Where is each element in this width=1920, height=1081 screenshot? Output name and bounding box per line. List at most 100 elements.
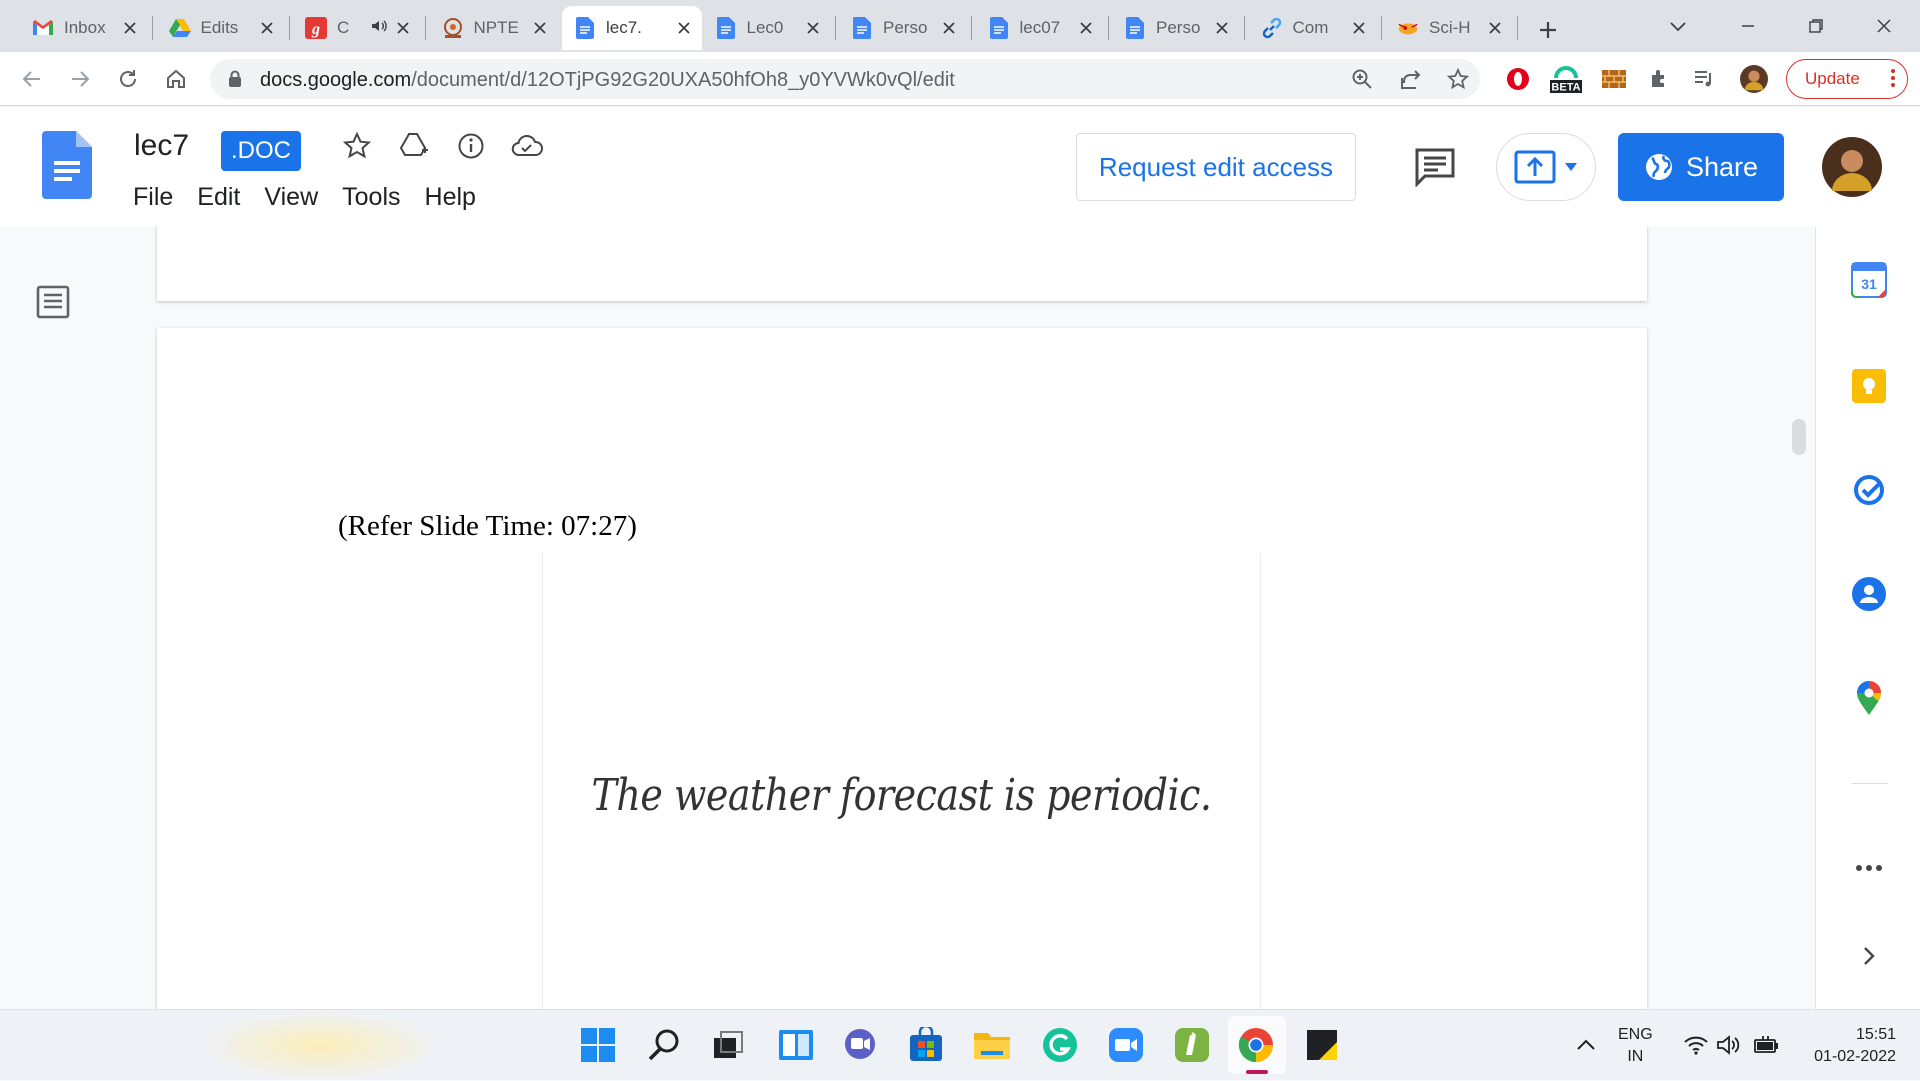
audio-playing-icon[interactable] bbox=[371, 18, 387, 38]
document-page[interactable]: (Refer Slide Time: 07:27) The weather fo… bbox=[157, 328, 1647, 1009]
home-button[interactable] bbox=[160, 63, 192, 95]
tab-title: Com bbox=[1292, 18, 1329, 37]
star-icon[interactable] bbox=[340, 129, 374, 163]
comments-icon[interactable] bbox=[1414, 147, 1456, 192]
browser-tab[interactable]: lec07 bbox=[976, 6, 1104, 50]
teams-chat-icon[interactable] bbox=[840, 1025, 880, 1065]
show-hidden-icons-chevron-icon[interactable] bbox=[1566, 1025, 1606, 1065]
language-indicator[interactable]: ENG IN bbox=[1618, 1024, 1653, 1068]
browser-tab[interactable]: NPTE bbox=[430, 6, 558, 50]
tab-title: C bbox=[337, 18, 350, 37]
browser-tab[interactable]: gC bbox=[293, 6, 421, 50]
language-code: ENG bbox=[1618, 1026, 1653, 1043]
browser-tab[interactable]: Com bbox=[1249, 6, 1377, 50]
brick-extension-icon[interactable] bbox=[1600, 65, 1628, 93]
forward-button[interactable] bbox=[64, 63, 96, 95]
google-maps-icon[interactable] bbox=[1850, 679, 1888, 717]
nptel-icon bbox=[442, 17, 464, 39]
close-tab-icon[interactable] bbox=[530, 18, 550, 38]
tab-search-button[interactable] bbox=[1660, 12, 1696, 42]
request-edit-access-button[interactable]: Request edit access bbox=[1076, 133, 1356, 201]
close-tab-icon[interactable] bbox=[803, 18, 823, 38]
share-page-icon[interactable] bbox=[1398, 67, 1422, 91]
browser-tab[interactable]: Sci-H bbox=[1385, 6, 1513, 50]
google-keep-icon[interactable] bbox=[1850, 367, 1888, 405]
side-panel: 31 bbox=[1815, 227, 1920, 1009]
search-icon[interactable] bbox=[644, 1025, 684, 1065]
menu-item-view[interactable]: View bbox=[264, 183, 318, 212]
notes-app-icon[interactable] bbox=[1172, 1025, 1212, 1065]
info-icon[interactable] bbox=[454, 129, 488, 163]
google-calendar-icon[interactable]: 31 bbox=[1850, 261, 1888, 299]
sticky-notes-icon[interactable] bbox=[1302, 1025, 1342, 1065]
menu-item-edit[interactable]: Edit bbox=[197, 183, 240, 212]
google-drive-icon bbox=[168, 17, 191, 39]
grammarly-app-icon[interactable] bbox=[1040, 1025, 1080, 1065]
more-horiz-icon[interactable] bbox=[1850, 849, 1888, 887]
docs-header: lec7 .DOC File Edit View Tools Help Request … bbox=[0, 107, 1920, 227]
document-title[interactable]: lec7 bbox=[134, 129, 189, 163]
microsoft-store-icon[interactable] bbox=[906, 1025, 946, 1065]
browser-tab[interactable]: Inbox bbox=[20, 6, 148, 50]
reload-button[interactable] bbox=[112, 63, 144, 95]
close-tab-icon[interactable] bbox=[1485, 18, 1505, 38]
media-control-icon[interactable] bbox=[1690, 65, 1718, 93]
tab-separator bbox=[1107, 16, 1109, 40]
chrome-icon[interactable] bbox=[1236, 1025, 1276, 1065]
zoom-icon[interactable] bbox=[1350, 67, 1374, 91]
close-tab-icon[interactable] bbox=[939, 18, 959, 38]
browser-tab[interactable]: lec7. bbox=[562, 6, 702, 50]
globe-icon bbox=[1645, 154, 1672, 180]
close-tab-icon[interactable] bbox=[1349, 18, 1369, 38]
close-tab-icon[interactable] bbox=[1212, 18, 1232, 38]
minimize-button[interactable] bbox=[1728, 8, 1768, 44]
close-tab-icon[interactable] bbox=[393, 18, 413, 38]
battery-icon[interactable] bbox=[1746, 1025, 1786, 1065]
arrow-right-icon bbox=[72, 71, 90, 87]
menu-item-file[interactable]: File bbox=[133, 183, 173, 212]
browser-tab[interactable]: Edits bbox=[157, 6, 285, 50]
document-outline-icon[interactable] bbox=[36, 285, 70, 324]
windows-start-icon[interactable] bbox=[578, 1025, 618, 1065]
bookmark-star-icon[interactable] bbox=[1446, 67, 1470, 91]
present-button[interactable] bbox=[1496, 133, 1596, 201]
back-button[interactable] bbox=[16, 63, 48, 95]
new-tab-button[interactable] bbox=[1530, 12, 1566, 48]
chevron-right-icon[interactable] bbox=[1850, 937, 1888, 975]
system-clock[interactable]: 15:51 01-02-2022 bbox=[1796, 1024, 1896, 1068]
browser-tab[interactable]: Perso bbox=[1112, 6, 1240, 50]
profile-avatar[interactable] bbox=[1740, 65, 1768, 93]
file-explorer-icon[interactable] bbox=[972, 1025, 1012, 1065]
google-tasks-icon[interactable] bbox=[1850, 471, 1888, 509]
cloud-saved-icon[interactable] bbox=[510, 129, 544, 163]
address-bar[interactable]: docs.google.com/document/d/12OTjPG92G20U… bbox=[210, 59, 1480, 99]
slide-image: The weather forecast is periodic. bbox=[542, 553, 1261, 1009]
close-tab-icon[interactable] bbox=[257, 18, 277, 38]
tab-separator bbox=[425, 16, 426, 40]
restore-button[interactable] bbox=[1796, 8, 1836, 44]
share-button[interactable]: Share bbox=[1618, 133, 1784, 201]
scrollbar-thumb[interactable] bbox=[1792, 419, 1806, 455]
task-view-icon[interactable] bbox=[708, 1025, 748, 1065]
close-tab-icon[interactable] bbox=[120, 18, 140, 38]
menu-item-help[interactable]: Help bbox=[425, 183, 476, 212]
browser-tab[interactable]: Lec0 bbox=[703, 6, 831, 50]
account-avatar[interactable] bbox=[1822, 137, 1882, 202]
update-button[interactable]: Update bbox=[1786, 59, 1908, 99]
tab-separator bbox=[152, 16, 153, 40]
browser-tab[interactable]: Perso bbox=[839, 6, 967, 50]
extensions-puzzle-icon[interactable] bbox=[1646, 65, 1674, 93]
zoom-app-icon[interactable] bbox=[1106, 1025, 1146, 1065]
opera-extension-icon[interactable] bbox=[1504, 65, 1532, 93]
volume-icon[interactable] bbox=[1708, 1025, 1748, 1065]
google-contacts-icon[interactable] bbox=[1850, 575, 1888, 613]
menu-item-tools[interactable]: Tools bbox=[342, 183, 400, 212]
widgets-icon[interactable] bbox=[776, 1025, 816, 1065]
docs-logo-icon[interactable] bbox=[42, 131, 92, 204]
move-to-drive-icon[interactable] bbox=[398, 129, 432, 163]
grammarly-beta-extension-icon[interactable]: BETA bbox=[1548, 65, 1584, 94]
close-tab-icon[interactable] bbox=[674, 18, 694, 38]
close-icon bbox=[1877, 19, 1891, 33]
close-tab-icon[interactable] bbox=[1076, 18, 1096, 38]
close-window-button[interactable] bbox=[1864, 8, 1904, 44]
